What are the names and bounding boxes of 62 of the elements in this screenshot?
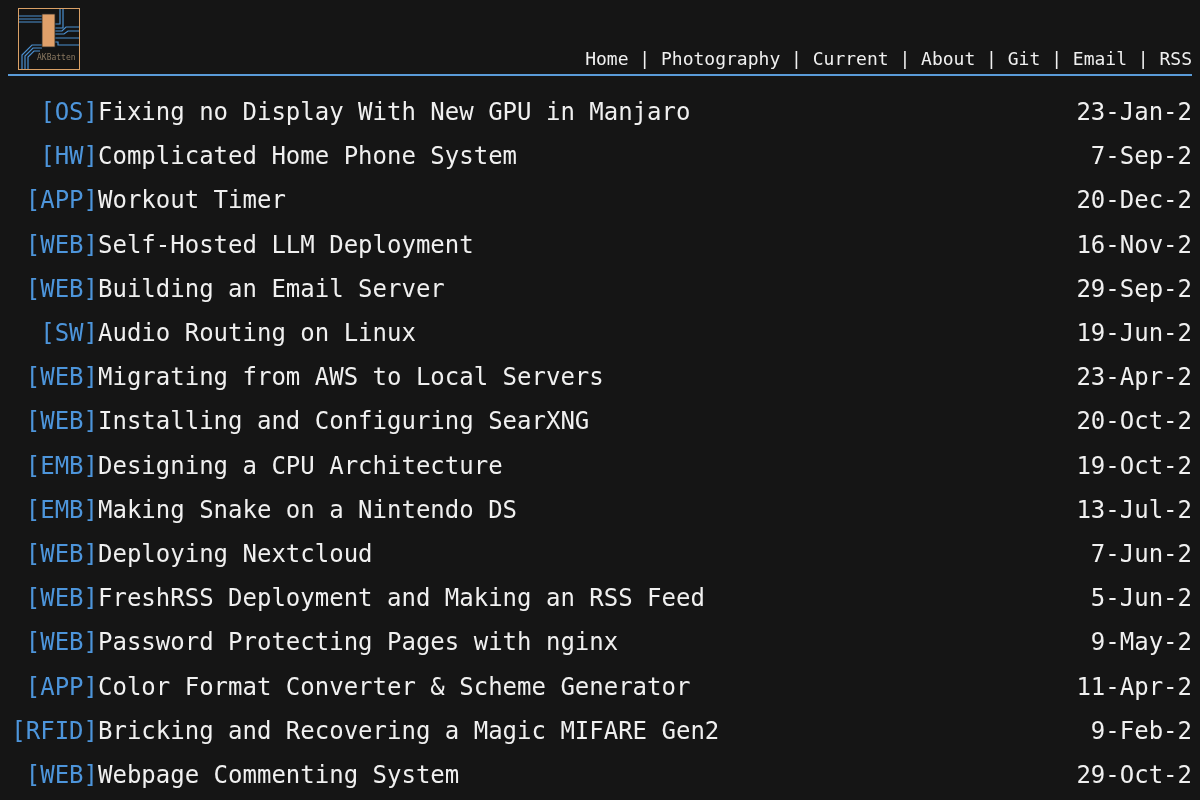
logo[interactable]: AKBatten (18, 8, 80, 70)
category-label: [WEB] (25, 407, 98, 436)
nav-separator: | (1137, 48, 1149, 70)
category-label: [WEB] (25, 230, 98, 259)
post-title-link[interactable]: Workout Timer (98, 186, 286, 215)
nav-separator: | (986, 48, 997, 70)
category-label: [WEB] (25, 584, 98, 613)
post-date: 29-Oct-2 (1076, 760, 1192, 789)
post-date: 20-Dec-2 (1076, 186, 1192, 215)
post-title-link[interactable]: Self-Hosted LLM Deployment (98, 230, 474, 259)
post-title-link[interactable]: FreshRSS Deployment and Making an RSS Feed (98, 584, 705, 613)
post-date: 16-Nov-2 (1076, 230, 1192, 259)
nav-link[interactable]: Git (1007, 48, 1041, 70)
nav-link[interactable]: RSS (1159, 48, 1192, 70)
nav-link[interactable]: Home (585, 48, 629, 70)
nav-separator: | (1051, 48, 1062, 70)
post-date: 23-Jan-2 (1076, 98, 1192, 127)
post-date: 19-Jun-2 (1076, 319, 1192, 348)
post-title-link[interactable]: Building an Email Server (98, 274, 445, 303)
nav-link[interactable]: Photography (661, 48, 781, 70)
post-date: 23-Apr-2 (1076, 363, 1192, 392)
post-date: 13-Jul-2 (1076, 495, 1192, 524)
nav-link[interactable]: About (921, 48, 976, 70)
post-date: 5-Jun-2 (1090, 584, 1192, 613)
nav-separator: | (791, 48, 802, 70)
post-title-link[interactable]: Migrating from AWS to Local Servers (98, 363, 604, 392)
post-title-link[interactable]: Designing a CPU Architecture (98, 451, 503, 480)
post-title-link[interactable]: Complicated Home Phone System (98, 142, 518, 171)
category-label: [WEB] (25, 628, 98, 657)
category-label: [WEB] (25, 274, 98, 303)
nav-separator: | (639, 48, 651, 70)
post-title-link[interactable]: Installing and Configuring SearXNG (98, 407, 590, 436)
post-title-link[interactable]: Deploying Nextcloud (98, 539, 373, 568)
category-label: [HW] (40, 142, 98, 171)
category-label: [SW] (40, 319, 98, 348)
post-date: 20-Oct-2 (1076, 407, 1192, 436)
category-label: [WEB] (25, 363, 98, 392)
nav-link[interactable]: Email (1072, 48, 1127, 70)
category-label: [EMB] (25, 451, 98, 480)
category-label: [APP] (25, 186, 98, 215)
category-label: [APP] (25, 672, 98, 701)
post-date: 7-Sep-2 (1090, 142, 1192, 171)
nav-separator: | (899, 48, 911, 70)
category-label: [EMB] (25, 495, 98, 524)
category-label: [WEB] (25, 760, 98, 789)
nav-link[interactable]: Current (812, 48, 889, 70)
post-date: 11-Apr-2 (1076, 672, 1192, 701)
post-title-link[interactable]: Password Protecting Pages with nginx (98, 628, 619, 657)
post-title-link[interactable]: Webpage Commenting System (98, 760, 460, 789)
post-date: 9-May-2 (1090, 628, 1192, 657)
post-title-link[interactable]: Making Snake on a Nintendo DS (98, 495, 518, 524)
category-label: [OS] (40, 98, 98, 127)
post-date: 19-Oct-2 (1076, 451, 1192, 480)
post-date: 7-Jun-2 (1090, 539, 1192, 568)
post-title-link[interactable]: Color Format Converter & Scheme Generator (98, 672, 691, 701)
post-title-link[interactable]: Fixing no Display With New GPU in Manjaro (98, 98, 691, 127)
post-title-link[interactable]: Audio Routing on Linux (98, 319, 416, 348)
category-label: [WEB] (25, 539, 98, 568)
category-label: [RFID] (11, 716, 98, 745)
post-date: 9-Feb-2 (1090, 716, 1192, 745)
post-title-link[interactable]: Bricking and Recovering a Magic MIFARE Gen2 (98, 716, 720, 745)
post-date: 29-Sep-2 (1076, 274, 1192, 303)
